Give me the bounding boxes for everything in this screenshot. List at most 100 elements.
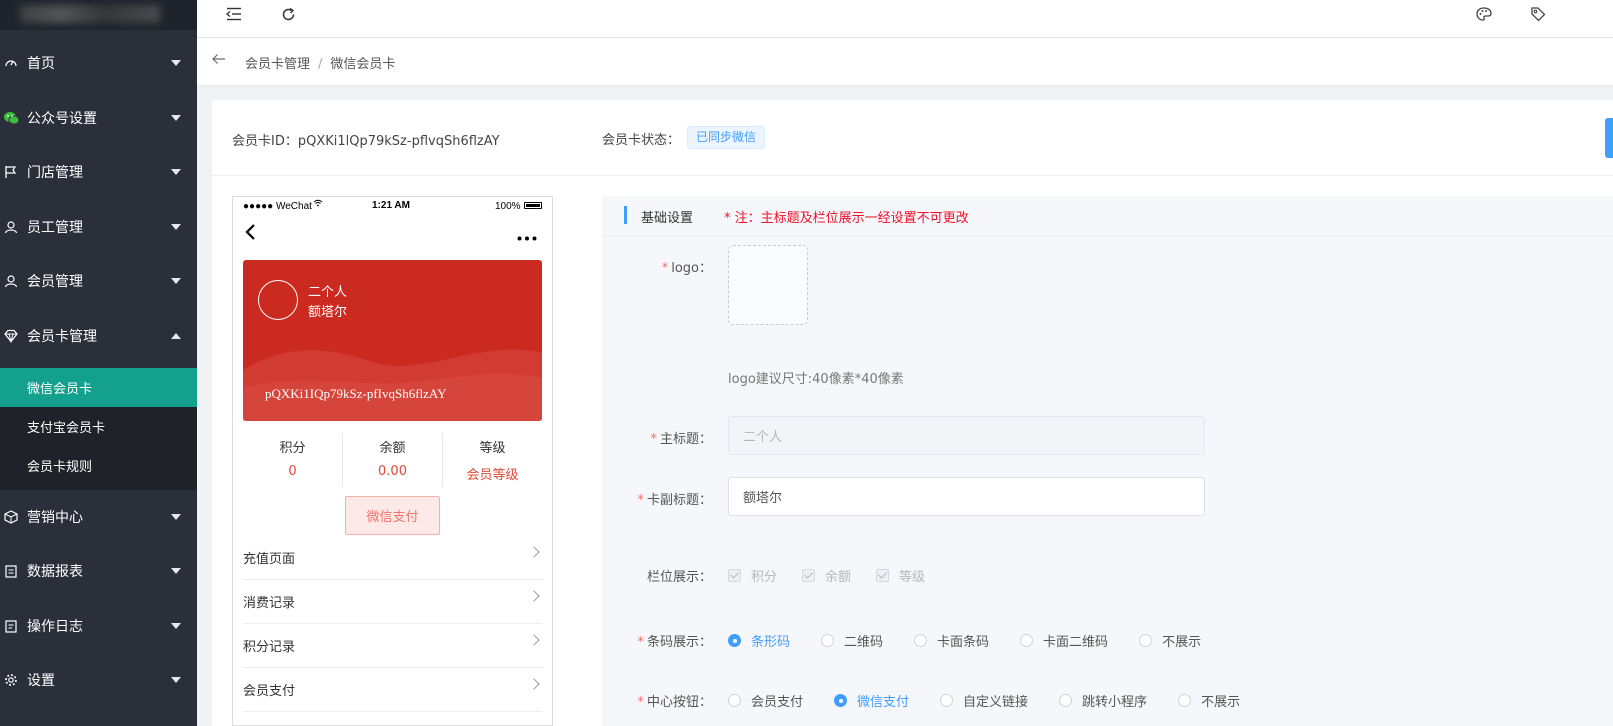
chevron-right-icon	[528, 678, 540, 690]
fields-checkboxes: 积分 余额 等级	[728, 566, 950, 585]
radio-mini-program[interactable]: 跳转小程序	[1059, 691, 1147, 710]
divider	[602, 235, 1613, 236]
radio-card-barcode[interactable]: 卡面条码	[914, 631, 989, 650]
sidebar-item-stores[interactable]: 门店管理	[0, 145, 197, 199]
phone-preview: ●●●●● WeChat 1:21 AM 100% 二个人 额塔尔 pQXKi1…	[232, 196, 553, 726]
refresh-icon[interactable]	[278, 4, 298, 24]
card-subtitle: 额塔尔	[308, 305, 348, 320]
battery-text: 100%	[495, 201, 521, 212]
title-input[interactable]: 二个人	[728, 416, 1205, 455]
action-button[interactable]	[1605, 118, 1613, 158]
member-card-preview: 二个人 额塔尔 pQXKi1IQp79kSz-pfIvqSh6flzAY	[243, 260, 542, 421]
sidebar-item-logs[interactable]: 操作日志	[0, 599, 197, 653]
section-note: * 注：主标题及栏位展示一经设置不可更改	[724, 211, 969, 226]
gear-icon	[3, 672, 19, 688]
card-code: pQXKi1IQp79kSz-pfIvqSh6flzAY	[265, 386, 447, 401]
list-item[interactable]: 积分记录	[243, 624, 542, 668]
logo	[0, 0, 197, 30]
list-item[interactable]: 消费记录	[243, 580, 542, 624]
checkbox-balance[interactable]: 余额	[802, 566, 851, 585]
card-header: 会员卡ID：pQXKi1lQp79kSz-pflvqSh6flzAY 会员卡状态…	[212, 100, 1613, 176]
palette-icon[interactable]	[1474, 4, 1494, 24]
checkbox-level[interactable]: 等级	[876, 566, 925, 585]
carrier-text: ●●●●● WeChat	[243, 201, 312, 212]
radio-barcode[interactable]: 条形码	[728, 631, 790, 650]
sidebar-item-label: 设置	[27, 673, 55, 689]
card-title: 二个人	[308, 285, 348, 300]
submenu-item-card-rules[interactable]: 会员卡规则	[0, 446, 197, 485]
chevron-down-icon	[171, 169, 181, 175]
stat-points: 积分 0	[243, 433, 343, 487]
chevron-right-icon	[528, 590, 540, 602]
chevron-down-icon	[171, 514, 181, 520]
radio-custom-link[interactable]: 自定义链接	[940, 691, 1028, 710]
radio-member-pay[interactable]: 会员支付	[728, 691, 803, 710]
tag-icon[interactable]	[1528, 4, 1548, 24]
card-id-label: 会员卡ID：pQXKi1lQp79kSz-pflvqSh6flzAY	[232, 134, 500, 149]
card-stats: 积分 0 余额 0.00 等级 会员等级	[243, 433, 542, 487]
sidebar-item-home[interactable]: 首页	[0, 36, 197, 90]
report-icon	[3, 563, 19, 579]
section-title: 基础设置	[641, 211, 694, 226]
logo-label: * logo：	[661, 261, 712, 276]
collapse-menu-icon[interactable]	[224, 4, 244, 24]
stat-level: 等级 会员等级	[466, 441, 519, 483]
radio-no-barcode[interactable]: 不展示	[1139, 631, 1201, 650]
checkbox-points[interactable]: 积分	[728, 566, 777, 585]
list-item[interactable]: 会员支付	[243, 668, 542, 712]
phone-nav-bar	[233, 217, 552, 249]
sidebar-item-label: 会员卡管理	[27, 329, 97, 345]
radio-wechat-pay[interactable]: 微信支付	[834, 691, 909, 710]
submenu-item-alipay-card[interactable]: 支付宝会员卡	[0, 407, 197, 446]
radio-qrcode[interactable]: 二维码	[821, 631, 883, 650]
chevron-down-icon	[171, 278, 181, 284]
sidebar: 首页 公众号设置 门店管理 员工管理 会员管理 会员卡管理 微信会员卡 支付宝会…	[0, 0, 197, 726]
sidebar-item-member-cards[interactable]: 会员卡管理	[0, 309, 197, 363]
phone-status-bar: ●●●●● WeChat 1:21 AM 100%	[233, 197, 552, 217]
chevron-down-icon	[171, 115, 181, 121]
logo-upload[interactable]	[728, 245, 808, 325]
wechat-pay-button[interactable]: 微信支付	[345, 496, 440, 535]
sidebar-item-reports[interactable]: 数据报表	[0, 544, 197, 598]
card-status-label: 会员卡状态：	[602, 133, 681, 148]
sidebar-item-members[interactable]: 会员管理	[0, 254, 197, 308]
radio-no-center-button[interactable]: 不展示	[1178, 691, 1240, 710]
barcode-radio-group: 条形码 二维码 卡面条码 卡面二维码 不展示	[728, 631, 1201, 650]
sidebar-item-settings[interactable]: 设置	[0, 653, 197, 707]
sidebar-item-wechat-settings[interactable]: 公众号设置	[0, 91, 197, 145]
back-chevron-icon[interactable]	[244, 223, 256, 245]
sidebar-item-label: 员工管理	[27, 220, 83, 236]
sidebar-item-label: 数据报表	[27, 564, 83, 580]
sidebar-item-label: 操作日志	[27, 619, 83, 635]
section-marker	[624, 206, 627, 224]
sidebar-item-label: 首页	[27, 56, 55, 72]
status-badge: 已同步微信	[687, 126, 766, 149]
chevron-down-icon	[171, 224, 181, 230]
chevron-right-icon	[528, 634, 540, 646]
fields-label: 栏位展示：	[646, 570, 712, 585]
back-arrow-icon[interactable]	[212, 53, 228, 69]
chevron-up-icon	[171, 333, 181, 339]
submenu-item-wechat-card[interactable]: 微信会员卡	[0, 368, 197, 407]
top-bar	[197, 0, 1613, 38]
phone-time: 1:21 AM	[372, 200, 410, 211]
sidebar-item-marketing[interactable]: 营销中心	[0, 490, 197, 544]
dashboard-icon	[3, 55, 19, 71]
sidebar-item-label: 公众号设置	[27, 111, 97, 127]
title-label: * 主标题：	[650, 432, 712, 447]
card-logo-circle	[258, 280, 298, 320]
center-button-label: * 中心按钮：	[637, 695, 712, 710]
log-icon	[3, 618, 19, 634]
subtitle-input[interactable]: 额塔尔	[728, 477, 1205, 516]
radio-card-qrcode[interactable]: 卡面二维码	[1020, 631, 1108, 650]
wifi-icon	[313, 199, 323, 210]
sidebar-item-staff[interactable]: 员工管理	[0, 200, 197, 254]
breadcrumb-parent[interactable]: 会员卡管理	[245, 57, 310, 72]
chevron-down-icon	[171, 677, 181, 683]
logo-tip: logo建议尺寸:40像素*40像素	[728, 372, 904, 387]
more-dots-icon[interactable]	[517, 229, 537, 245]
subtitle-label: * 卡副标题：	[637, 493, 712, 508]
sidebar-item-label: 门店管理	[27, 165, 83, 181]
list-item[interactable]: 充值页面	[243, 536, 542, 580]
battery-icon	[524, 202, 542, 209]
